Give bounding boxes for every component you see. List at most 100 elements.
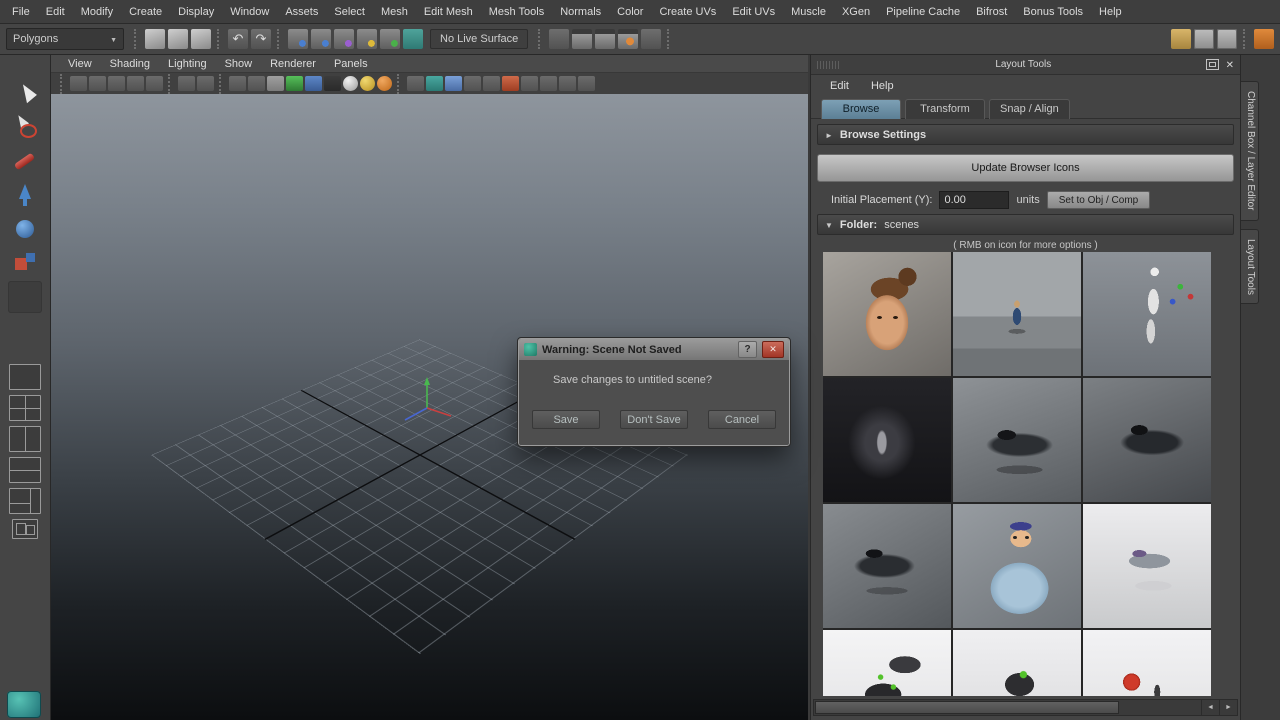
redo-icon[interactable] <box>251 29 271 49</box>
thumbnail-dark-figure[interactable] <box>823 378 951 502</box>
tab-channel-box-layer-editor[interactable]: Channel Box / Layer Editor <box>1241 81 1259 221</box>
grease-pencil-icon[interactable] <box>521 76 538 91</box>
grid-toggle-icon[interactable] <box>540 76 557 91</box>
folder-header[interactable]: Folder: scenes <box>817 214 1234 235</box>
grip-icon[interactable] <box>60 74 65 94</box>
depth-of-field-icon[interactable] <box>377 76 392 91</box>
persp-outliner-layout-button[interactable] <box>9 426 41 452</box>
menu-mesh[interactable]: Mesh <box>373 0 416 24</box>
cancel-button[interactable]: Cancel <box>708 410 776 429</box>
persp-graph-layout-button[interactable] <box>9 457 41 483</box>
tab-browse[interactable]: Browse <box>821 99 901 119</box>
dialog-titlebar[interactable]: Warning: Scene Not Saved <box>519 339 789 360</box>
separator[interactable] <box>538 29 543 49</box>
scroll-left-icon[interactable] <box>1201 700 1219 715</box>
paint-select-tool[interactable] <box>8 145 42 177</box>
paint-effects-icon[interactable] <box>1171 29 1191 49</box>
separator[interactable] <box>397 74 402 94</box>
separator[interactable] <box>217 29 222 49</box>
gamma-icon[interactable] <box>483 76 500 91</box>
hypershade-persp-layout-button[interactable] <box>9 488 41 514</box>
outliner-toggle-icon[interactable] <box>1217 29 1237 49</box>
panel-menu-lighting[interactable]: Lighting <box>159 58 216 70</box>
panel-menu-panels[interactable]: Panels <box>325 58 377 70</box>
thumbnail-mannequin-walk[interactable] <box>1083 252 1211 376</box>
separator[interactable] <box>667 29 672 49</box>
snap-to-points-icon[interactable] <box>334 29 354 49</box>
use-all-lights-icon[interactable] <box>286 76 303 91</box>
xray-joints-icon[interactable] <box>445 76 462 91</box>
initial-placement-input[interactable] <box>939 191 1009 209</box>
motion-blur-icon[interactable] <box>343 76 358 91</box>
thumbnail-toy-red-blue[interactable] <box>1083 630 1211 696</box>
construction-history-icon[interactable] <box>549 29 569 49</box>
menu-mesh-tools[interactable]: Mesh Tools <box>481 0 552 24</box>
separator[interactable] <box>277 29 282 49</box>
menu-pipeline-cache[interactable]: Pipeline Cache <box>878 0 968 24</box>
tab-layout-tools[interactable]: Layout Tools <box>1241 229 1259 305</box>
rotate-tool[interactable] <box>8 213 42 245</box>
menu-edit-uvs[interactable]: Edit UVs <box>724 0 783 24</box>
menu-assets[interactable]: Assets <box>277 0 326 24</box>
single-pane-layout-button[interactable] <box>9 364 41 390</box>
menu-xgen[interactable]: XGen <box>834 0 878 24</box>
textured-icon[interactable] <box>267 76 284 91</box>
grip-icon[interactable] <box>134 29 139 49</box>
xray-icon[interactable] <box>426 76 443 91</box>
set-to-obj-comp-button[interactable]: Set to Obj / Comp <box>1047 191 1150 209</box>
oversampling-icon[interactable] <box>197 76 214 91</box>
thumbnail-spaceship-c[interactable] <box>823 504 951 628</box>
thumbnail-controller-light[interactable] <box>953 630 1081 696</box>
snap-to-grids-icon[interactable] <box>288 29 308 49</box>
thumbnail-spaceship-light[interactable] <box>1083 504 1211 628</box>
menu-normals[interactable]: Normals <box>552 0 609 24</box>
menu-file[interactable]: File <box>4 0 38 24</box>
snap-to-view-planes-icon[interactable] <box>380 29 400 49</box>
undo-icon[interactable] <box>228 29 248 49</box>
layout-tools-menu-edit[interactable]: Edit <box>819 80 860 92</box>
separator[interactable] <box>1243 29 1248 49</box>
menu-select[interactable]: Select <box>326 0 373 24</box>
menu-create[interactable]: Create <box>121 0 170 24</box>
thumbnail-spaceship-a[interactable] <box>953 378 1081 502</box>
popout-icon[interactable] <box>1206 59 1219 70</box>
panel-menu-shading[interactable]: Shading <box>101 58 159 70</box>
snap-to-curves-icon[interactable] <box>311 29 331 49</box>
ipr-render-icon[interactable] <box>618 29 638 49</box>
share-icon[interactable] <box>578 76 595 91</box>
menu-edit[interactable]: Edit <box>38 0 73 24</box>
scale-tool[interactable] <box>8 247 42 279</box>
image-plane-icon[interactable] <box>146 76 163 91</box>
thumbnail-controllers-dark[interactable] <box>823 630 951 696</box>
thumbnail-fat-character[interactable] <box>953 504 1081 628</box>
move-tool[interactable] <box>8 179 42 211</box>
wireframe-icon[interactable] <box>229 76 246 91</box>
menu-create-uvs[interactable]: Create UVs <box>651 0 724 24</box>
outliner-pair-layout-button[interactable] <box>12 519 38 539</box>
film-gate-icon[interactable] <box>559 76 576 91</box>
tab-snap-align[interactable]: Snap / Align <box>989 99 1070 119</box>
bookmark-icon[interactable] <box>127 76 144 91</box>
shadows-icon[interactable] <box>305 76 322 91</box>
menu-modify[interactable]: Modify <box>73 0 121 24</box>
tab-transform[interactable]: Transform <box>905 99 985 119</box>
scrollbar-track[interactable] <box>814 700 1201 715</box>
render-settings-icon[interactable] <box>641 29 661 49</box>
new-scene-icon[interactable] <box>145 29 165 49</box>
open-render-view-icon[interactable] <box>572 29 592 49</box>
menu-edit-mesh[interactable]: Edit Mesh <box>416 0 481 24</box>
drag-grip-icon[interactable] <box>817 61 841 69</box>
menu-bonus-tools[interactable]: Bonus Tools <box>1015 0 1091 24</box>
separator[interactable] <box>168 74 173 94</box>
scrollbar-thumb[interactable] <box>815 701 1119 714</box>
exposure-icon[interactable] <box>464 76 481 91</box>
select-tool[interactable] <box>8 77 42 109</box>
panel-menu-view[interactable]: View <box>59 58 101 70</box>
menuset-dropdown[interactable]: Polygons <box>6 28 124 50</box>
isolate-select-icon[interactable] <box>407 76 424 91</box>
save-scene-icon[interactable] <box>191 29 211 49</box>
select-camera-icon[interactable] <box>70 76 87 91</box>
grid-layout-icon[interactable] <box>1194 29 1214 49</box>
lock-camera-icon[interactable] <box>89 76 106 91</box>
make-live-icon[interactable] <box>403 29 423 49</box>
